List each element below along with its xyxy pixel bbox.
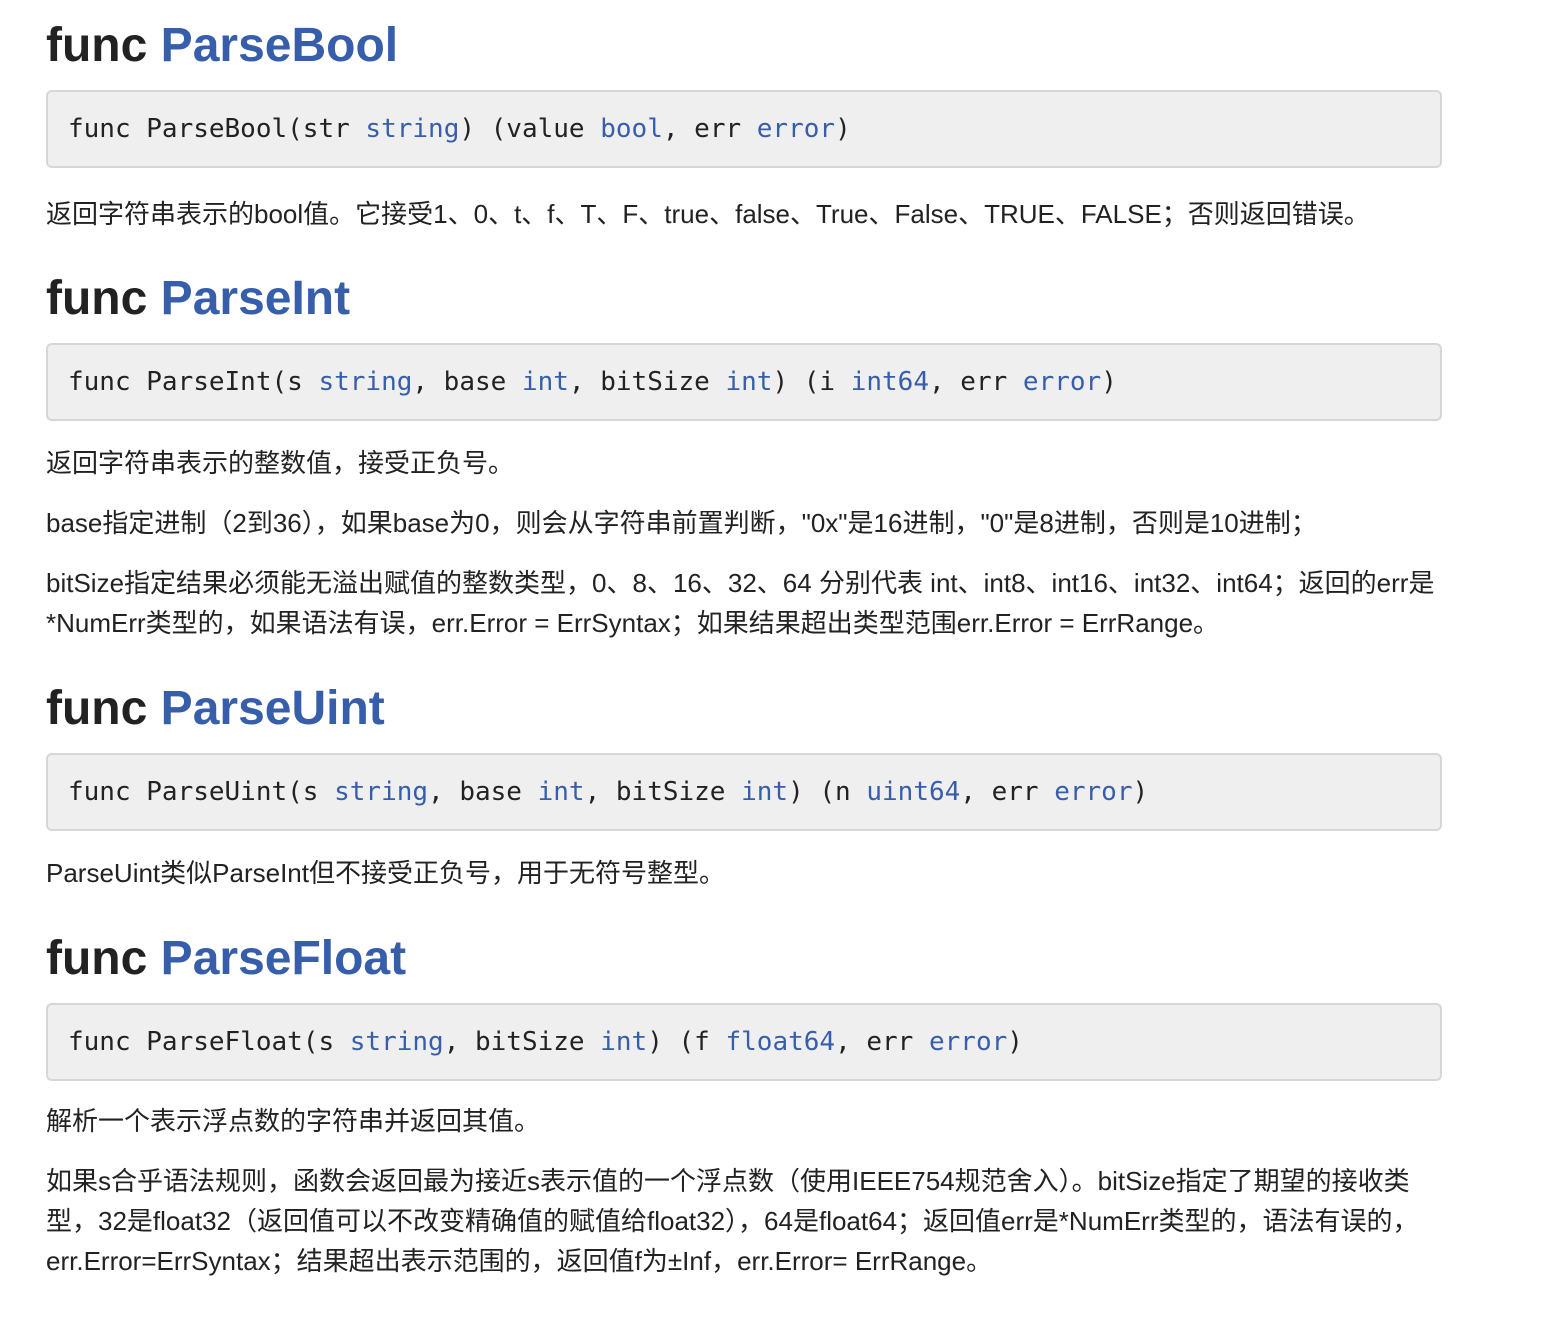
heading-keyword: func (46, 19, 148, 72)
code-token: , bitSize (443, 1027, 601, 1057)
code-type-token: int (537, 777, 585, 807)
heading-function-link[interactable]: ParseBool (161, 19, 398, 72)
description-paragraph: 返回字符串表示的整数值，接受正负号。 (46, 448, 515, 478)
description-paragraph: bitSize指定结果必须能无溢出赋值的整数类型，0、8、16、32、64 分别… (46, 568, 1435, 638)
code-token: ) (1101, 367, 1117, 397)
heading-parseuint: func ParseUint (46, 681, 1442, 737)
code-token: ) (1007, 1027, 1023, 1057)
signature-code-block: func ParseInt(s string, base int, bitSiz… (46, 343, 1442, 421)
code-type-token: int64 (850, 367, 929, 397)
section-parseuint: func ParseUint func ParseUint(s string, … (46, 643, 1442, 893)
code-token: , err (662, 114, 757, 144)
description-paragraph: 如果s合乎语法规则，函数会返回最为接近s表示值的一个浮点数（使用IEEE754规… (46, 1166, 1419, 1276)
signature-code-block: func ParseBool(str string) (value bool, … (46, 90, 1442, 168)
code-type-token: uint64 (866, 777, 961, 807)
code-type-token: error (756, 114, 836, 144)
heading-keyword: func (46, 272, 148, 325)
section-parseint: func ParseInt func ParseInt(s string, ba… (46, 234, 1442, 643)
code-token: func ParseBool(str (68, 114, 366, 144)
code-token: , bitSize (584, 777, 742, 807)
description-paragraph: ParseUint类似ParseInt但不接受正负号，用于无符号整型。 (46, 858, 725, 888)
code-type-token: error (928, 1027, 1008, 1057)
code-type-token: int (600, 1027, 648, 1057)
code-type-token: string (365, 114, 460, 144)
code-token: , base (428, 777, 538, 807)
heading-function-link[interactable]: ParseFloat (161, 932, 406, 985)
heading-parsefloat: func ParseFloat (46, 931, 1442, 987)
code-type-token: int (521, 367, 569, 397)
code-type-token: bool (600, 114, 663, 144)
doc-page: func ParseBool func ParseBool(str string… (0, 0, 1442, 1281)
code-token: ) (835, 114, 851, 144)
code-token: ) (1132, 777, 1149, 807)
heading-function-link[interactable]: ParseInt (161, 272, 350, 325)
code-type-token: string (349, 1027, 444, 1057)
code-token: , err (835, 1027, 929, 1057)
code-type-token: string (318, 367, 413, 397)
code-token: ) (i (772, 367, 851, 397)
code-token: , bitSize (568, 367, 726, 397)
code-type-token: string (334, 777, 429, 807)
description-paragraph: 返回字符串表示的bool值。它接受1、0、t、f、T、F、true、false、… (46, 199, 1370, 229)
code-token: , err (960, 777, 1055, 807)
code-token: ) (f (647, 1027, 726, 1057)
code-type-token: int (741, 777, 789, 807)
code-token: func ParseUint(s (68, 777, 335, 807)
heading-function-link[interactable]: ParseUint (161, 682, 385, 735)
heading-parsebool: func ParseBool (46, 18, 1442, 74)
section-parsefloat: func ParseFloat func ParseFloat(s string… (46, 893, 1442, 1281)
code-token: ) (n (788, 777, 867, 807)
description-paragraph: 解析一个表示浮点数的字符串并返回其值。 (46, 1106, 541, 1136)
section-parsebool: func ParseBool func ParseBool(str string… (46, 0, 1442, 234)
heading-parseint: func ParseInt (46, 271, 1442, 327)
code-token: , err (929, 367, 1023, 397)
description-paragraph: base指定进制（2到36），如果base为0，则会从字符串前置判断，"0x"是… (46, 508, 1317, 538)
code-type-token: int (725, 367, 773, 397)
heading-keyword: func (46, 932, 148, 985)
code-token: func ParseInt(s (68, 367, 319, 397)
signature-code-block: func ParseUint(s string, base int, bitSi… (46, 753, 1442, 831)
code-token: , base (412, 367, 522, 397)
heading-keyword: func (46, 682, 148, 735)
code-type-token: error (1022, 367, 1102, 397)
code-type-token: float64 (725, 1027, 836, 1057)
signature-code-block: func ParseFloat(s string, bitSize int) (… (46, 1003, 1442, 1081)
code-token: func ParseFloat(s (68, 1027, 350, 1057)
code-token: ) (value (459, 114, 601, 144)
code-type-token: error (1054, 777, 1133, 807)
